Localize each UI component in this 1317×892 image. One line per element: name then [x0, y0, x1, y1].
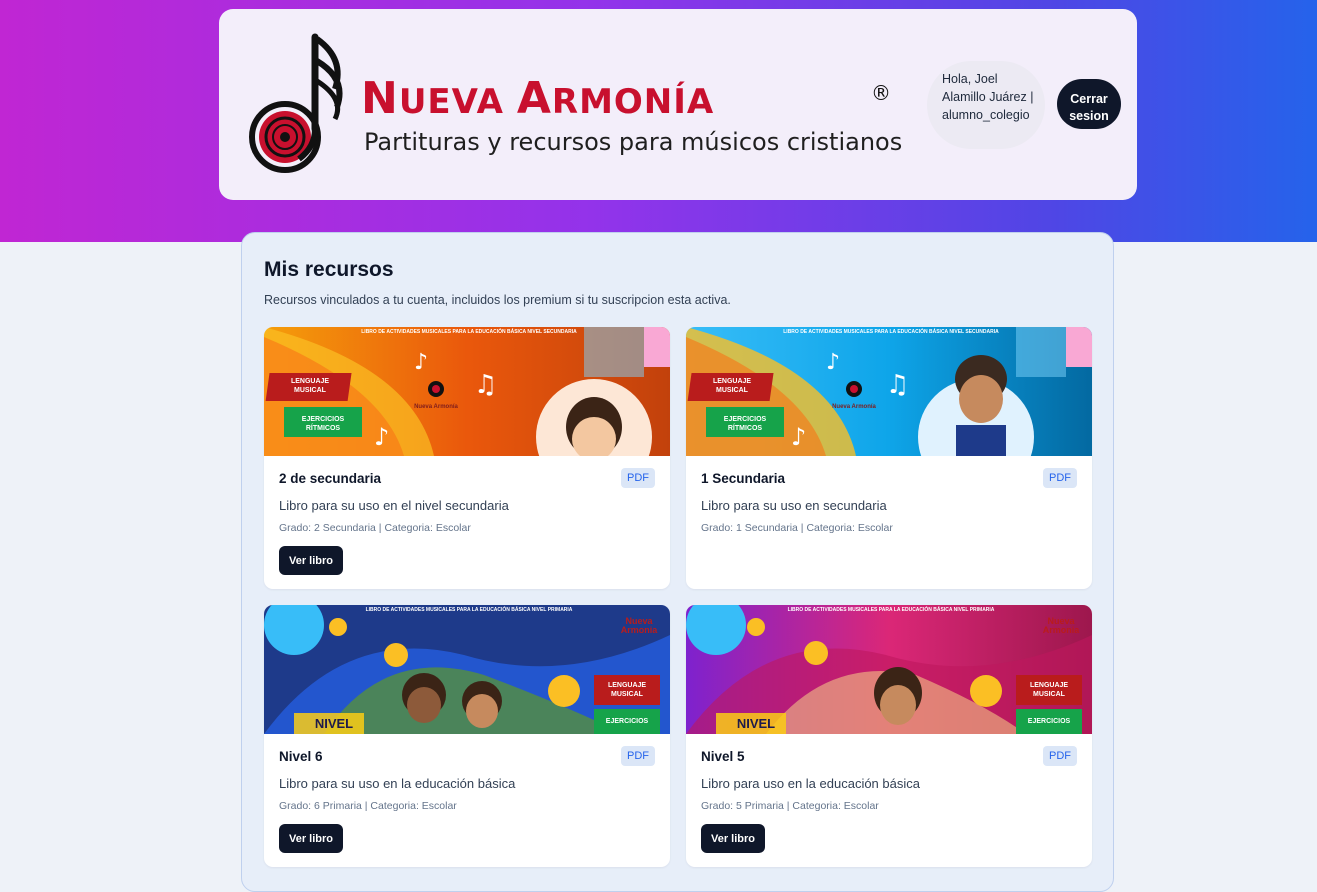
format-badge: PDF [621, 468, 655, 488]
cover-tag-language: LENGUAJE MUSICAL [607, 682, 647, 698]
svg-text:♪: ♪ [791, 423, 806, 451]
cover-tag-language: LENGUAJE MUSICAL [1029, 682, 1069, 698]
svg-text:♪: ♪ [374, 423, 389, 451]
brand-tagline: Partituras y recursos para músicos crist… [364, 128, 903, 156]
book-cover-image[interactable]: LIBRO DE ACTIVIDADES MUSICALES PARA LA E… [264, 605, 670, 734]
view-book-button[interactable]: Ver libro [279, 824, 343, 853]
cover-headline: LIBRO DE ACTIVIDADES MUSICALES PARA LA E… [361, 329, 577, 335]
resource-card: ♪ ♫ ♪ LIBRO DE ACTIVIDADES MUSICALES PAR… [686, 327, 1092, 589]
resource-description: Libro para su uso en la educación básica [279, 776, 516, 791]
book-cover-image[interactable]: ♪ ♫ ♪ LIBRO DE ACTIVIDADES MUSICALES PAR… [264, 327, 670, 456]
svg-text:♫: ♫ [886, 370, 909, 400]
format-badge: PDF [1043, 746, 1077, 766]
book-cover-image[interactable]: LIBRO DE ACTIVIDADES MUSICALES PARA LA E… [686, 605, 1092, 734]
cover-tag-language: LENGUAJE MUSICAL [290, 378, 330, 394]
resource-title: Nivel 6 [279, 749, 323, 764]
format-badge: PDF [1043, 468, 1077, 488]
brand-initial-2: A [516, 73, 552, 124]
resource-title: Nivel 5 [701, 749, 745, 764]
resource-description: Libro para uso en la educación básica [701, 776, 920, 791]
cover-headline: LIBRO DE ACTIVIDADES MUSICALES PARA LA E… [783, 329, 999, 335]
svg-text:♫: ♫ [474, 370, 497, 400]
page-title: Mis recursos [264, 258, 394, 281]
brand-name: NUEVA ARMONÍA [361, 73, 714, 124]
format-badge: PDF [621, 746, 655, 766]
brand-word-1: UEVA [398, 82, 517, 122]
cover-tag-exercises: EJERCICIOS RÍTMICOS [301, 416, 345, 432]
svg-text:♪: ♪ [414, 350, 428, 375]
cover-headline: LIBRO DE ACTIVIDADES MUSICALES PARA LA E… [787, 607, 995, 613]
resource-meta: Grado: 1 Secundaria | Categoria: Escolar [701, 522, 893, 534]
resource-card: LIBRO DE ACTIVIDADES MUSICALES PARA LA E… [264, 605, 670, 867]
cover-headline: LIBRO DE ACTIVIDADES MUSICALES PARA LA E… [365, 607, 573, 613]
brand-initial-1: N [361, 73, 399, 124]
svg-text:♪: ♪ [826, 350, 840, 375]
user-greeting: Hola, Joel Alamillo Juárez | alumno_cole… [927, 61, 1045, 149]
cover-tag-exercises: EJERCICIOS [1027, 718, 1071, 725]
cover-brand: Nueva Armonía [414, 404, 458, 410]
cover-level: NIVEL [736, 716, 776, 731]
site-header: NUEVA ARMONÍA ® Partituras y recursos pa… [219, 9, 1137, 200]
book-cover-image[interactable]: ♪ ♫ ♪ LIBRO DE ACTIVIDADES MUSICALES PAR… [686, 327, 1092, 456]
registered-mark: ® [871, 81, 891, 105]
resource-title: 1 Secundaria [701, 471, 786, 486]
cover-brand: Nueva Armonia [1042, 616, 1080, 635]
resource-card: ♪ ♫ ♪ LIBRO DE ACTIVIDADES MUSICALES PAR… [264, 327, 670, 589]
view-book-button[interactable]: Ver libro [279, 546, 343, 575]
page-subtitle: Recursos vinculados a tu cuenta, incluid… [264, 293, 731, 307]
resource-meta: Grado: 6 Primaria | Categoria: Escolar [279, 800, 457, 812]
resources-panel: Mis recursos Recursos vinculados a tu cu… [241, 232, 1114, 892]
brand-logo[interactable]: NUEVA ARMONÍA ® Partituras y recursos pa… [249, 29, 903, 179]
view-book-button[interactable]: Ver libro [701, 824, 765, 853]
logout-button[interactable]: Cerrar sesion [1057, 79, 1121, 129]
cover-tag-language: LENGUAJE MUSICAL [712, 378, 752, 394]
resource-description: Libro para su uso en secundaria [701, 498, 887, 513]
cover-tag-exercises: EJERCICIOS [605, 718, 649, 725]
resource-description: Libro para su uso en el nivel secundaria [279, 498, 509, 513]
resource-card: LIBRO DE ACTIVIDADES MUSICALES PARA LA E… [686, 605, 1092, 867]
cover-brand: Nueva Armonía [832, 404, 876, 410]
resource-meta: Grado: 2 Secundaria | Categoria: Escolar [279, 522, 471, 534]
cover-brand: Nueva Armonia [620, 616, 658, 635]
music-note-disc-icon [249, 33, 343, 173]
resource-meta: Grado: 5 Primaria | Categoria: Escolar [701, 800, 879, 812]
cover-level: NIVEL [314, 716, 354, 731]
cover-tag-exercises: EJERCICIOS RÍTMICOS [723, 416, 767, 432]
brand-word-2: RMONÍA [551, 82, 715, 122]
resource-title: 2 de secundaria [279, 471, 382, 486]
